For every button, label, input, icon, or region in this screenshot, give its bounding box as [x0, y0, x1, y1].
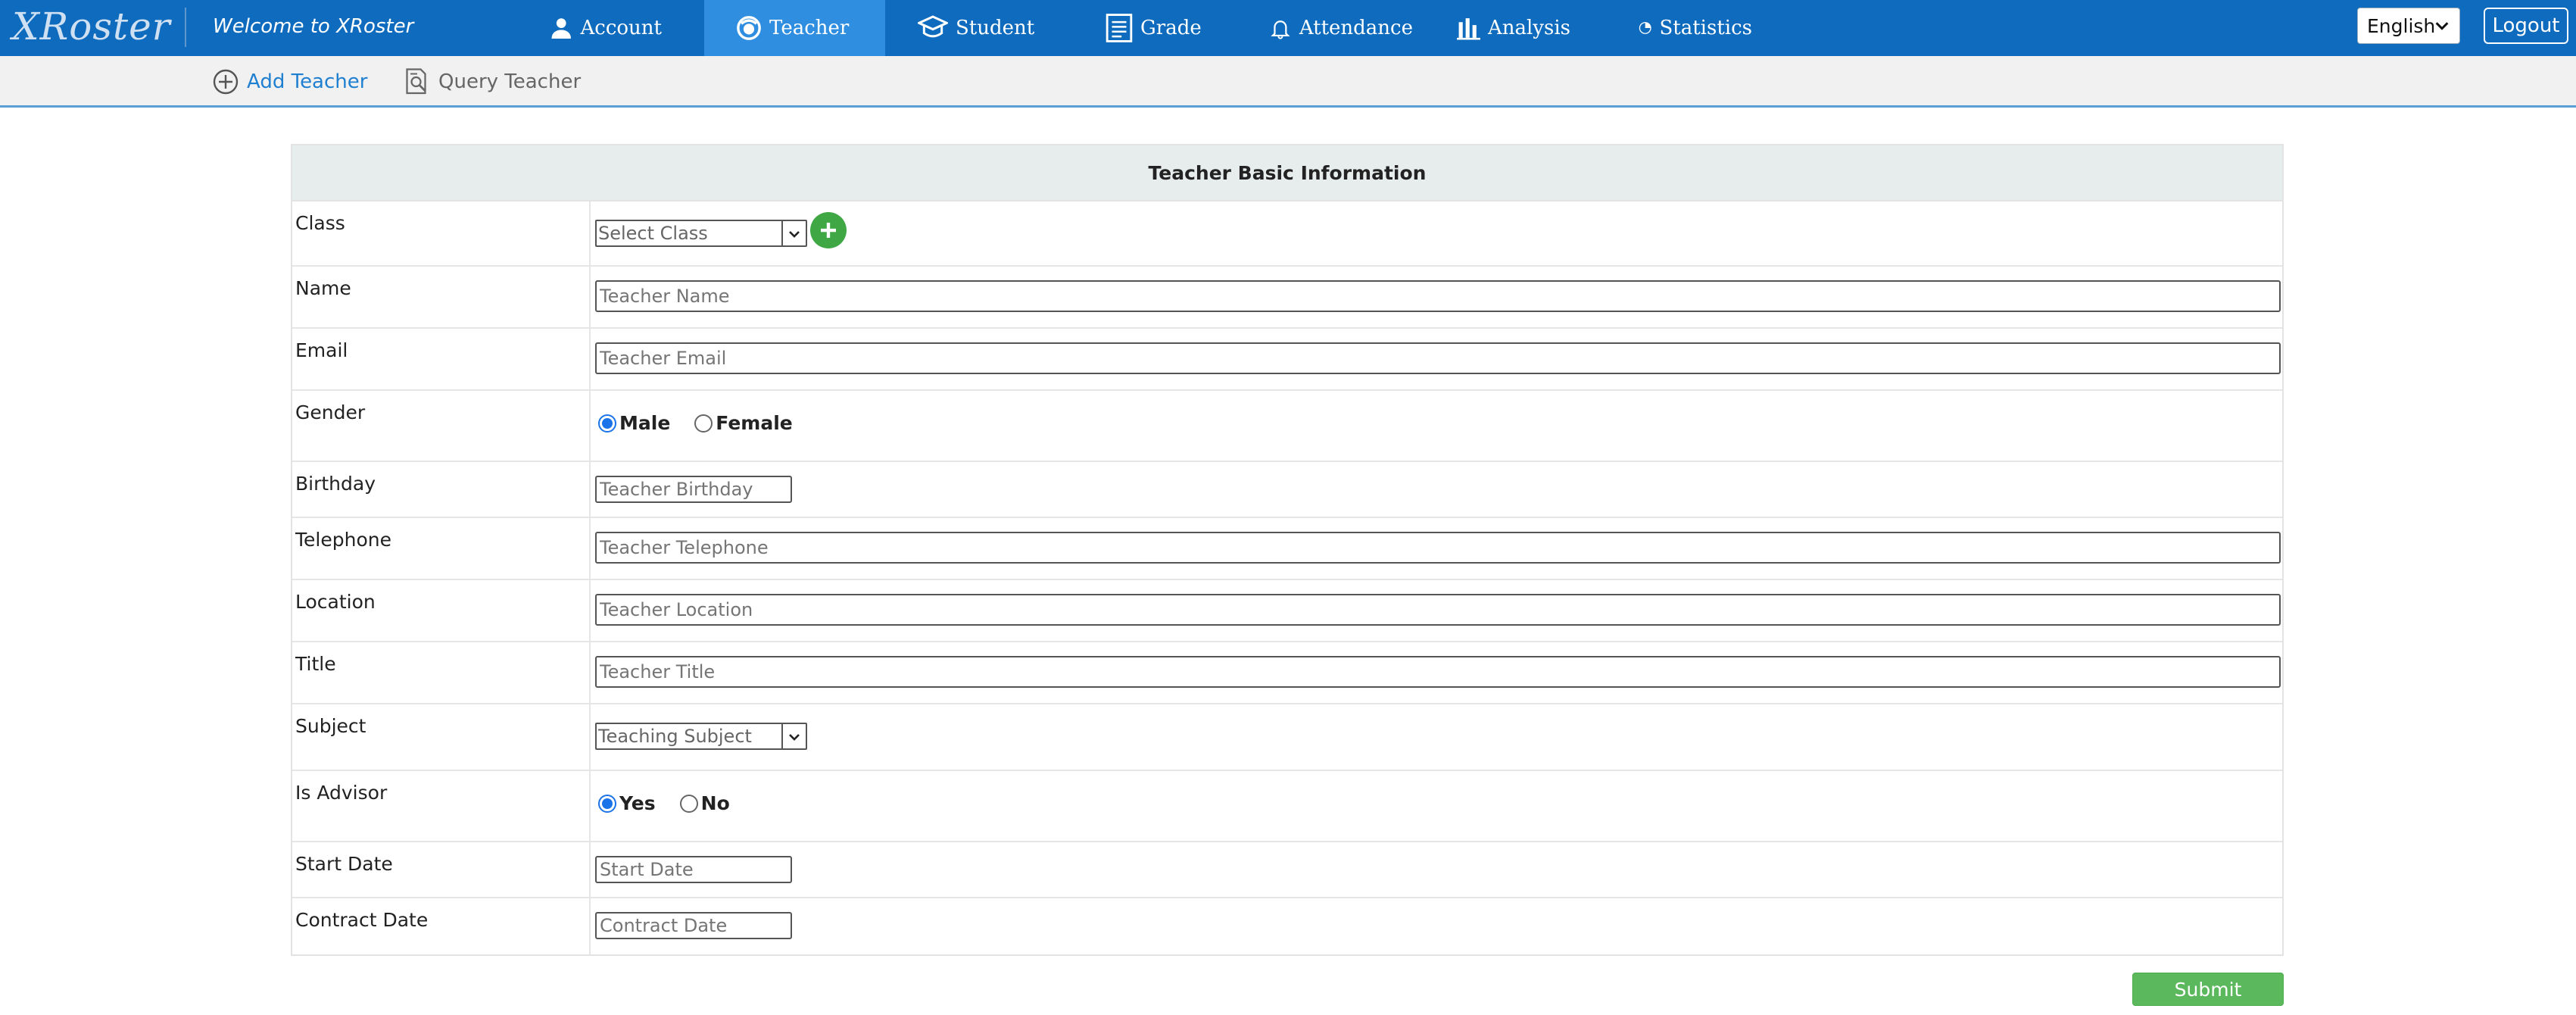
query-teacher-label: Query Teacher	[438, 70, 582, 93]
teacher-title-input[interactable]	[595, 656, 2281, 688]
list-icon	[1106, 14, 1133, 42]
form-row-title: Title	[292, 642, 2282, 704]
start-date-input[interactable]	[595, 856, 792, 883]
telephone-label: Telephone	[295, 529, 391, 551]
add-teacher-label: Add Teacher	[247, 70, 368, 93]
title-label: Title	[295, 653, 336, 675]
gender-female-radio[interactable]	[694, 414, 713, 433]
add-class-button[interactable]	[810, 212, 847, 248]
nav-item-attendance[interactable]: Attendance	[1269, 0, 1413, 56]
advisor-no-radio[interactable]	[679, 794, 698, 813]
top-navbar: XRoster Welcome to XRoster Account Teach…	[0, 0, 2576, 56]
advisor-no-label: No	[700, 792, 730, 814]
gender-male-label: Male	[619, 412, 671, 434]
chevron-down-icon	[789, 231, 800, 238]
plus-circle-icon	[213, 69, 239, 95]
nav-item-analysis[interactable]: Analysis	[1457, 0, 1570, 56]
start-date-label: Start Date	[295, 853, 393, 875]
logout-button[interactable]: Logout	[2484, 8, 2568, 44]
teacher-name-input[interactable]	[595, 280, 2281, 312]
nav-item-label: Teacher	[769, 17, 850, 39]
form-row-is-advisor: Is Advisor Yes No	[292, 771, 2282, 842]
form-row-birthday: Birthday	[292, 462, 2282, 518]
pie-chart-icon	[1639, 22, 1651, 34]
form-row-subject: Subject Teaching Subject	[292, 704, 2282, 771]
user-icon	[551, 18, 571, 39]
class-select[interactable]: Select Class	[595, 220, 807, 247]
nav-item-label: Statistics	[1659, 17, 1752, 39]
nav-item-label: Analysis	[1487, 17, 1570, 39]
add-teacher-link[interactable]: Add Teacher	[212, 67, 367, 97]
location-label: Location	[295, 591, 376, 613]
nav-item-account[interactable]: Account	[550, 0, 662, 56]
nav-item-label: Attendance	[1299, 17, 1413, 39]
nav-item-teacher[interactable]: Teacher	[704, 0, 885, 56]
gender-label: Gender	[295, 401, 366, 423]
form-row-location: Location	[292, 580, 2282, 642]
bar-chart-icon	[1457, 18, 1480, 40]
gender-male-radio[interactable]	[598, 414, 616, 433]
nav-item-label: Grade	[1140, 17, 1202, 39]
nav-item-label: Student	[956, 17, 1035, 39]
search-document-icon	[406, 68, 426, 95]
logo-divider	[185, 8, 186, 47]
query-teacher-link[interactable]: Query Teacher	[404, 67, 581, 97]
teacher-telephone-input[interactable]	[595, 532, 2281, 564]
nav-item-student[interactable]: Student	[918, 0, 1039, 56]
submit-button[interactable]: Submit	[2132, 973, 2284, 1006]
gender-male-option[interactable]: Male	[598, 412, 670, 434]
bell-icon	[1271, 20, 1290, 39]
student-cap-icon	[918, 15, 948, 38]
subject-select-value: Teaching Subject	[598, 726, 752, 747]
advisor-yes-option[interactable]: Yes	[598, 792, 656, 814]
form-row-gender: Gender Male Female	[292, 391, 2282, 462]
advisor-yes-radio[interactable]	[598, 794, 616, 813]
class-label: Class	[295, 212, 345, 234]
form-row-telephone: Telephone	[292, 518, 2282, 580]
form-row-start-date: Start Date	[292, 842, 2282, 898]
birthday-label: Birthday	[295, 473, 376, 495]
teacher-birthday-input[interactable]	[595, 476, 792, 503]
form-row-email: Email	[292, 329, 2282, 391]
teacher-location-input[interactable]	[595, 594, 2281, 626]
gender-female-label: Female	[716, 412, 793, 434]
is-advisor-label: Is Advisor	[295, 782, 388, 804]
advisor-no-option[interactable]: No	[679, 792, 730, 814]
contract-date-label: Contract Date	[295, 909, 429, 931]
chevron-down-icon	[2435, 22, 2449, 30]
welcome-text: Welcome to XRoster	[213, 15, 414, 38]
form-row-name: Name	[292, 267, 2282, 329]
language-select[interactable]: English	[2357, 8, 2460, 44]
email-label: Email	[295, 339, 348, 361]
add-circle-icon	[821, 223, 836, 238]
sub-navbar: Add Teacher Query Teacher	[0, 56, 2576, 108]
nav-item-label: Account	[580, 17, 663, 39]
form-row-class: Class Select Class	[292, 201, 2282, 267]
subject-label: Subject	[295, 715, 366, 737]
nav-item-grade[interactable]: Grade	[1106, 0, 1204, 56]
contract-date-input[interactable]	[595, 912, 792, 939]
gender-female-option[interactable]: Female	[694, 412, 793, 434]
language-select-value: English	[2367, 14, 2436, 37]
app-logo[interactable]: XRoster	[12, 5, 171, 48]
form-row-contract-date: Contract Date	[292, 898, 2282, 954]
name-label: Name	[295, 277, 351, 299]
subject-select[interactable]: Teaching Subject	[595, 723, 807, 750]
teacher-form: Teacher Basic Information Class Select C…	[291, 144, 2284, 956]
teacher-icon	[737, 16, 761, 40]
nav-item-statistics[interactable]: Statistics	[1639, 0, 1752, 56]
form-title: Teacher Basic Information	[292, 145, 2282, 201]
teacher-email-input[interactable]	[595, 342, 2281, 374]
class-select-value: Select Class	[598, 223, 708, 244]
advisor-yes-label: Yes	[619, 792, 656, 814]
chevron-down-icon	[789, 734, 800, 741]
